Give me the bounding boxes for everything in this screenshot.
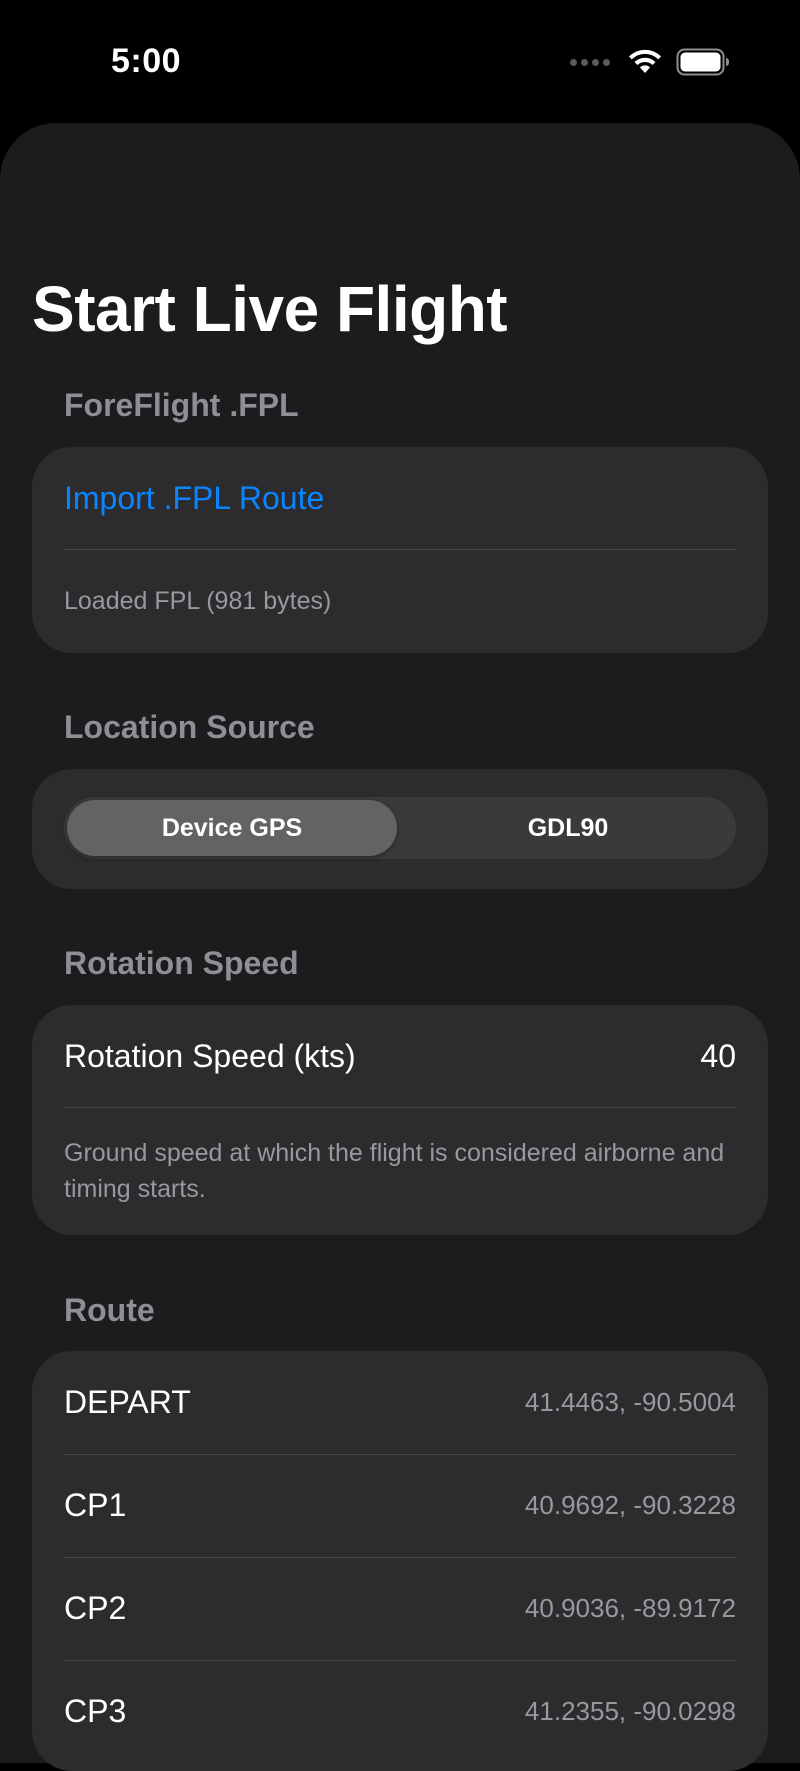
signal-dots-icon xyxy=(570,58,610,66)
route-point-name: CP2 xyxy=(64,1590,127,1626)
route-point-coords: 41.4463, -90.5004 xyxy=(524,1387,736,1417)
location-card: Device GPS GDL90 xyxy=(32,769,768,889)
route-point-row[interactable]: CP1 40.9692, -90.3228 xyxy=(32,1454,768,1557)
status-icons xyxy=(570,48,730,76)
loaded-fpl-row: Loaded FPL (981 bytes) xyxy=(32,549,768,653)
segment-gdl90[interactable]: GDL90 xyxy=(403,800,733,856)
wifi-icon xyxy=(629,49,661,73)
rotation-speed-value[interactable]: 40 xyxy=(700,1038,736,1075)
rotation-speed-label: Rotation Speed (kts) xyxy=(64,1037,356,1074)
section-header-rotation: Rotation Speed xyxy=(64,945,299,981)
route-point-row[interactable]: CP3 41.2355, -90.0298 xyxy=(32,1660,768,1763)
rotation-footer-text: Ground speed at which the flight is cons… xyxy=(64,1139,725,1203)
import-fpl-button[interactable]: Import .FPL Route xyxy=(64,480,324,517)
section-header-route: Route xyxy=(64,1292,155,1328)
section-header-location: Location Source xyxy=(64,709,315,745)
route-point-name: DEPART xyxy=(64,1384,191,1420)
route-point-name: CP3 xyxy=(64,1693,127,1729)
rotation-card: Rotation Speed (kts) 40 Ground speed at … xyxy=(32,1005,768,1235)
route-point-row[interactable]: DEPART 41.4463, -90.5004 xyxy=(32,1351,768,1454)
route-point-coords: 40.9692, -90.3228 xyxy=(524,1490,736,1520)
loaded-fpl-text: Loaded FPL (981 bytes) xyxy=(64,587,332,615)
foreflight-card: Import .FPL Route Loaded FPL (981 bytes) xyxy=(32,447,768,653)
route-point-name: CP1 xyxy=(64,1487,127,1523)
status-bar: 5:00 xyxy=(0,0,800,120)
segment-device-gps[interactable]: Device GPS xyxy=(67,800,397,856)
route-point-coords: 41.2355, -90.0298 xyxy=(524,1696,736,1726)
status-time: 5:00 xyxy=(111,42,182,80)
rotation-speed-row[interactable]: Rotation Speed (kts) 40 xyxy=(32,1005,768,1107)
route-card: DEPART 41.4463, -90.5004 CP1 40.9692, -9… xyxy=(32,1351,768,1771)
section-header-foreflight: ForeFlight .FPL xyxy=(64,387,299,423)
route-point-coords: 40.9036, -89.9172 xyxy=(524,1593,736,1623)
route-point-row[interactable]: CP2 40.9036, -89.9172 xyxy=(32,1557,768,1660)
location-source-segmented-control[interactable]: Device GPS GDL90 xyxy=(64,797,736,859)
import-fpl-row[interactable]: Import .FPL Route xyxy=(32,447,768,549)
battery-icon xyxy=(676,48,729,76)
rotation-footer-row: Ground speed at which the flight is cons… xyxy=(32,1107,768,1235)
page-title: Start Live Flight xyxy=(32,273,508,345)
